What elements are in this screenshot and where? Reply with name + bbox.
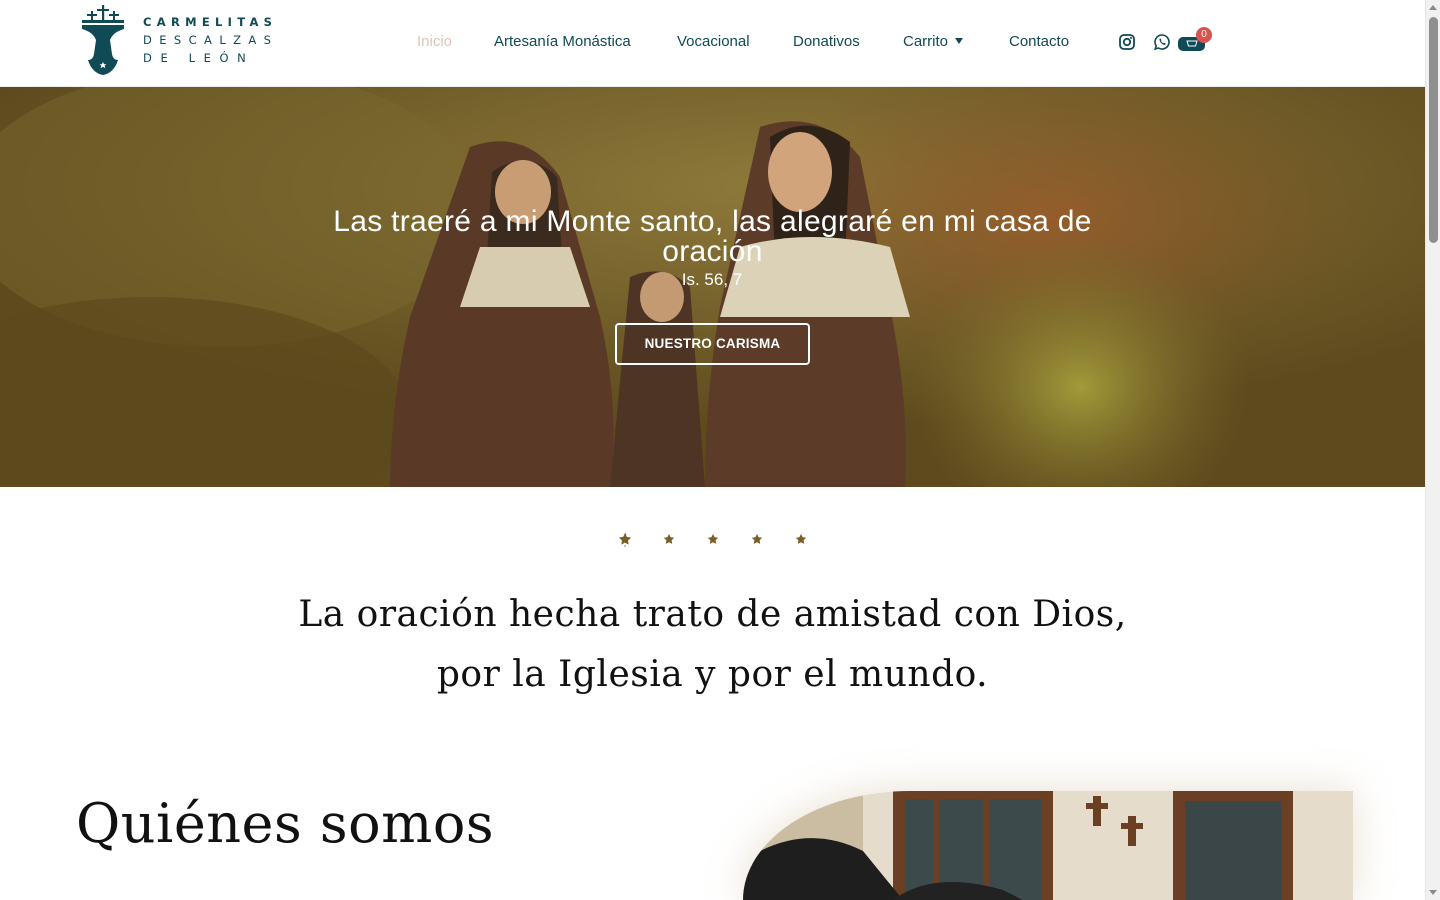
star-divider: [615, 530, 815, 550]
nav-item-carrito-label: Carrito: [903, 33, 949, 50]
nav-item-donativos[interactable]: Donativos: [793, 33, 860, 50]
page-scrollbar[interactable]: [1425, 0, 1440, 900]
about-photo-image: [743, 791, 1353, 900]
nav-item-inicio[interactable]: Inicio: [417, 33, 452, 50]
whatsapp-icon[interactable]: [1153, 33, 1171, 51]
site-header: CARMELITAS DESCALZAS DE LEÓN Inicio Arte…: [0, 0, 1425, 87]
cart-count-badge: 0: [1196, 27, 1212, 43]
chevron-down-icon: [955, 38, 964, 44]
brand-line-1: CARMELITAS: [143, 15, 278, 29]
brand-line-2: DESCALZAS: [143, 33, 279, 47]
nav-item-contacto[interactable]: Contacto: [1009, 33, 1069, 50]
mission-quote: La oración hecha trato de amistad con Di…: [200, 585, 1225, 705]
about-photo: [743, 791, 1353, 900]
scroll-down-arrow-icon[interactable]: [1429, 890, 1437, 895]
nav-item-artesania[interactable]: Artesanía Monástica: [494, 33, 631, 50]
about-section-title: Quiénes somos: [76, 792, 495, 855]
scrollbar-thumb[interactable]: [1429, 17, 1438, 243]
scroll-up-arrow-icon[interactable]: [1429, 5, 1437, 10]
star-icon: [751, 534, 763, 544]
hero-title: Las traeré a mi Monte santo, las alegrar…: [333, 205, 1092, 268]
brand-line-3: DE LEÓN: [143, 51, 255, 65]
nav-item-vocacional[interactable]: Vocacional: [677, 33, 750, 50]
nav-item-carrito[interactable]: Carrito: [903, 33, 964, 50]
star-icon: [663, 534, 675, 544]
hero-reference: Is. 56, 7: [681, 270, 743, 289]
quote-line-2: por la Iglesia y por el mundo.: [436, 654, 989, 695]
quote-line-1: La oración hecha trato de amistad con Di…: [298, 594, 1127, 635]
carmel-shield-icon: [82, 5, 124, 75]
hero-banner: Las traeré a mi Monte santo, las alegrar…: [0, 87, 1425, 487]
star-icon: [795, 534, 807, 544]
star-icon: [707, 534, 719, 544]
instagram-icon[interactable]: [1118, 33, 1136, 51]
logo-wordmark: CARMELITAS DESCALZAS DE LEÓN: [143, 13, 278, 67]
star-icon: [618, 532, 632, 547]
site-logo[interactable]: CARMELITAS DESCALZAS DE LEÓN: [80, 4, 300, 76]
nuestro-carisma-button[interactable]: NUESTRO CARISMA: [615, 323, 810, 365]
